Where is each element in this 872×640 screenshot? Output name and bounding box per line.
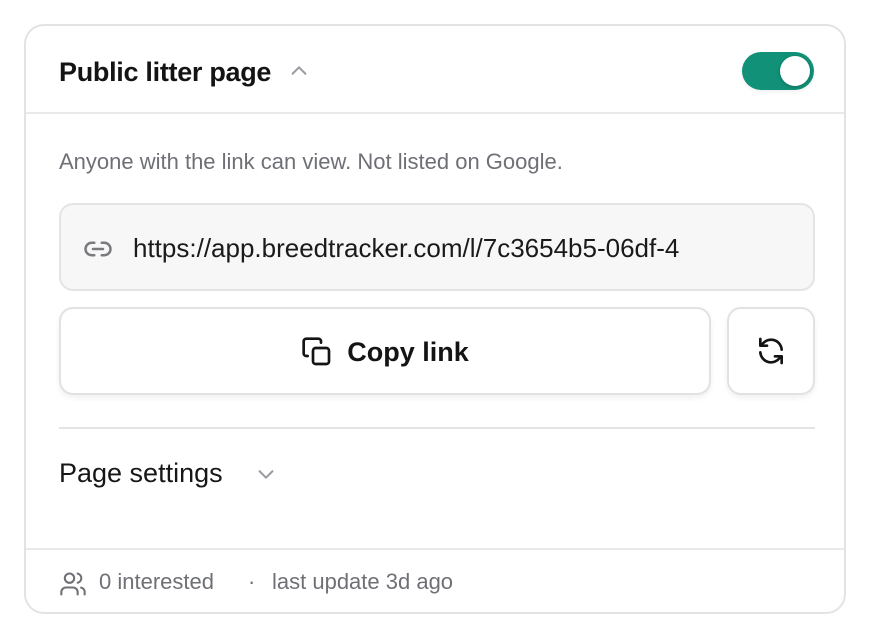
share-link-url: https://app.breedtracker.com/l/7c3654b5-… <box>133 233 680 263</box>
public-litter-page-card: Public litter page Anyone with the link … <box>24 24 846 614</box>
copy-link-button[interactable]: Copy link <box>59 307 711 395</box>
copy-link-label: Copy link <box>347 337 469 367</box>
page-settings-label: Page settings <box>59 458 223 488</box>
link-icon <box>84 241 112 257</box>
public-page-toggle[interactable] <box>742 52 814 90</box>
visibility-description: Anyone with the link can view. Not liste… <box>59 149 563 174</box>
refresh-icon <box>759 337 783 365</box>
users-icon <box>60 572 86 596</box>
copy-link-button-content: Copy link <box>61 335 709 369</box>
chevron-up-icon[interactable] <box>288 60 310 82</box>
copy-icon <box>302 337 331 366</box>
share-link-field[interactable]: https://app.breedtracker.com/l/7c3654b5-… <box>59 203 815 291</box>
card-title: Public litter page <box>59 57 272 87</box>
interested-count: 0 interested <box>99 569 214 594</box>
regenerate-link-button[interactable] <box>727 307 815 395</box>
card-footer: 0 interested · last update 3d ago <box>26 548 844 612</box>
toggle-knob <box>780 56 810 86</box>
footer-separator: · <box>248 569 256 594</box>
last-update: last update 3d ago <box>272 569 454 594</box>
card-header: Public litter page <box>26 26 844 114</box>
section-divider <box>59 427 815 429</box>
chevron-down-icon <box>258 470 274 479</box>
